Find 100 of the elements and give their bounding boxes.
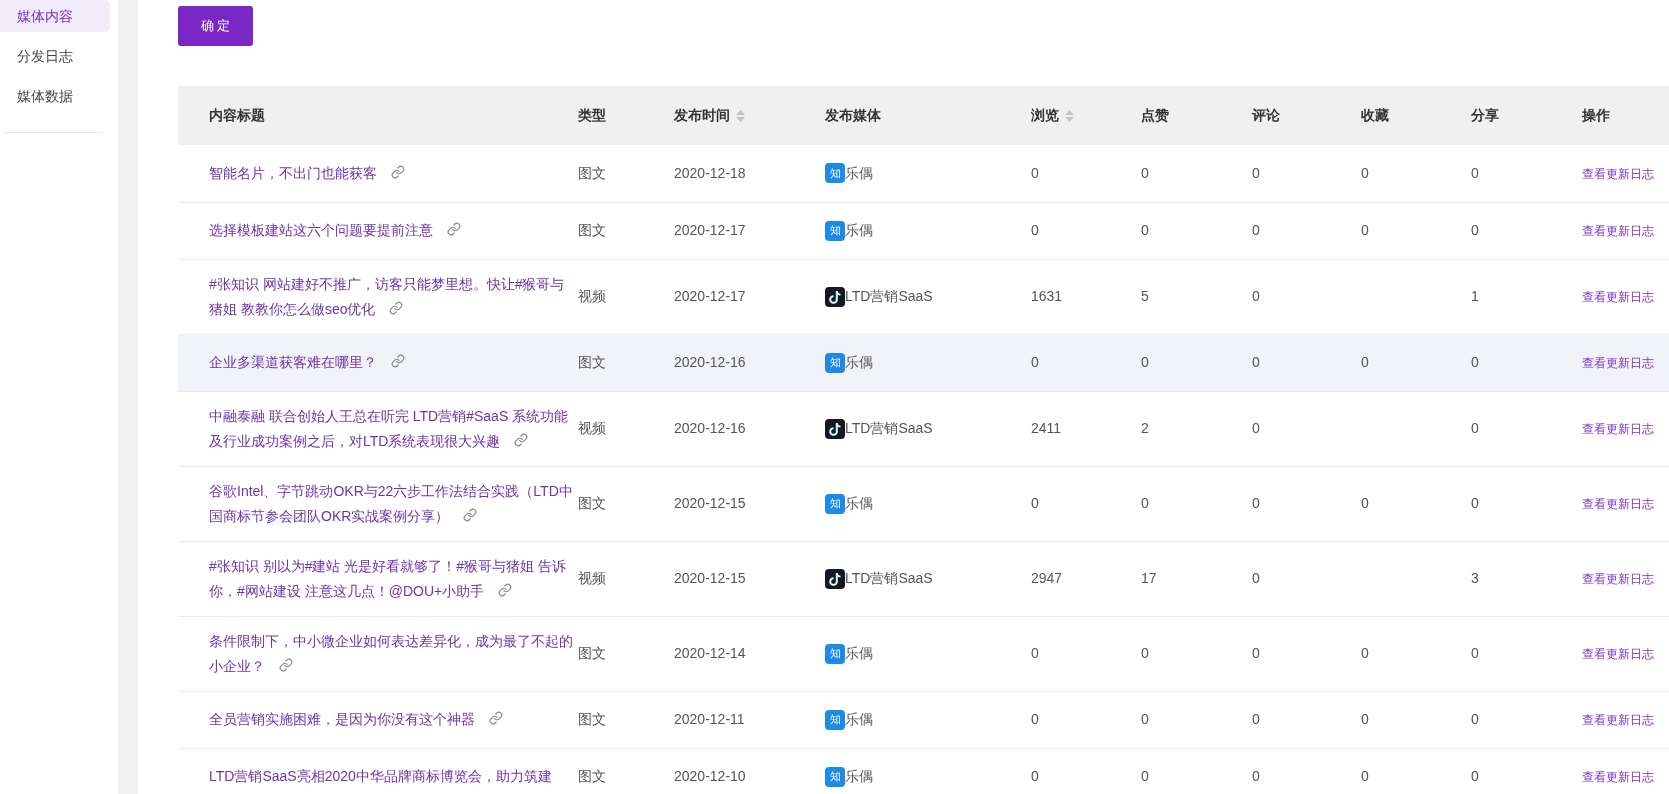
table-cell: 0 — [1471, 222, 1479, 238]
content-title-link[interactable]: 全员营销实施困难，是因为你没有这个神器 — [209, 707, 574, 732]
link-icon[interactable] — [391, 164, 405, 179]
link-icon[interactable] — [447, 222, 461, 236]
column-header[interactable]: 浏览 — [1031, 105, 1059, 126]
view-log-link[interactable]: 查看更新日志 — [1582, 497, 1654, 511]
content-title-link[interactable]: 条件限制下，中小微企业如何表达差异化，成为最了不起的小企业？ — [209, 628, 574, 679]
zhihu-badge: 知 — [825, 709, 845, 730]
table-cell: 0 — [1141, 164, 1149, 181]
table-cell: 0 — [1031, 354, 1039, 370]
table-cell: 0 — [1252, 288, 1260, 304]
zhihu-badge: 知 — [825, 643, 845, 664]
table-cell: 0 — [1252, 354, 1260, 370]
type-text: 视频 — [578, 420, 606, 436]
table-cell: 0 — [1471, 164, 1479, 181]
zhihu-badge: 知 — [825, 352, 845, 373]
date-text: 2020-12-10 — [674, 768, 746, 784]
table-cell: 0 — [1361, 222, 1369, 238]
link-icon[interactable] — [489, 711, 503, 725]
view-log-link[interactable]: 查看更新日志 — [1582, 422, 1654, 436]
table-cell: 17 — [1141, 570, 1157, 586]
view-log-link[interactable]: 查看更新日志 — [1582, 647, 1654, 661]
media-name: LTD营销SaaS — [845, 287, 933, 306]
zhihu-badge: 知 — [825, 766, 845, 787]
table-cell: 0 — [1252, 222, 1260, 238]
date-text: 2020-12-16 — [674, 354, 746, 370]
column-header[interactable]: 发布时间 — [674, 105, 730, 126]
table-cell: 2947 — [1031, 570, 1063, 586]
date-text: 2020-12-16 — [674, 420, 746, 436]
confirm-button[interactable]: 确 定 — [178, 6, 253, 46]
table-cell: 0 — [1031, 164, 1039, 181]
table-cell: 0 — [1031, 768, 1039, 784]
media-name: LTD营销SaaS — [845, 569, 933, 588]
view-log-link[interactable]: 查看更新日志 — [1582, 770, 1654, 784]
view-log-link[interactable]: 查看更新日志 — [1582, 290, 1654, 304]
view-log-link[interactable]: 查看更新日志 — [1582, 166, 1654, 181]
sidebar-item[interactable]: 分发日志 — [0, 40, 110, 72]
column-header: 收藏 — [1361, 106, 1389, 125]
table-cell: 0 — [1471, 420, 1479, 436]
media-name: 乐偶 — [845, 494, 873, 513]
sidebar-item[interactable]: 媒体内容 — [0, 0, 110, 32]
type-text: 图文 — [578, 354, 606, 370]
column-header: 评论 — [1252, 106, 1280, 125]
media-name: 乐偶 — [845, 644, 873, 663]
table-cell: 1 — [1471, 288, 1479, 304]
table-cell: 0 — [1141, 495, 1149, 511]
content-title-link[interactable]: 智能名片，不出门也能获客 — [209, 160, 574, 186]
table-cell: 0 — [1361, 645, 1369, 661]
table-cell: 0 — [1361, 711, 1369, 727]
date-text: 2020-12-17 — [674, 222, 746, 238]
type-text: 视频 — [578, 288, 606, 304]
link-icon[interactable] — [391, 354, 405, 368]
table-cell: 0 — [1252, 570, 1260, 586]
table-cell: 0 — [1252, 645, 1260, 661]
content-title-link[interactable]: 中融泰融 联合创始人王总在听完 LTD营销#SaaS 系统功能及行业成功案例之后，对LTD系统表现很大兴趣 — [209, 403, 574, 454]
table-cell: 0 — [1031, 645, 1039, 661]
media-name: 乐偶 — [845, 710, 873, 729]
media-name: 乐偶 — [845, 353, 873, 372]
table-cell: 0 — [1252, 711, 1260, 727]
content-title-link[interactable]: #张知识 网站建好不推广，访客只能梦里想。快让#猴哥与猪姐 教教你怎么做seo优化 — [209, 271, 574, 322]
table-cell: 0 — [1361, 164, 1369, 181]
column-header: 内容标题 — [209, 106, 265, 125]
content-title-link[interactable]: LTD营销SaaS亮相2020中华品牌商标博览会，助力筑建 — [209, 764, 574, 789]
media-name: LTD营销SaaS — [845, 419, 933, 438]
content-title-link[interactable]: 谷歌Intel、字节跳动OKR与22六步工作法结合实践（LTD中国商标节参会团队OKR实战案例分享） — [209, 478, 574, 529]
view-log-link[interactable]: 查看更新日志 — [1582, 713, 1654, 727]
media-name: 乐偶 — [845, 221, 873, 240]
table-cell: 0 — [1471, 354, 1479, 370]
view-log-link[interactable]: 查看更新日志 — [1582, 224, 1654, 238]
view-log-link[interactable]: 查看更新日志 — [1582, 572, 1654, 586]
table-cell: 0 — [1471, 768, 1479, 784]
column-header: 操作 — [1582, 106, 1610, 125]
link-icon[interactable] — [389, 300, 404, 315]
column-header: 分享 — [1471, 106, 1499, 125]
date-text: 2020-12-15 — [674, 495, 746, 511]
date-text: 2020-12-15 — [674, 570, 746, 586]
type-text: 图文 — [578, 222, 606, 238]
sidebar-item[interactable]: 媒体数据 — [0, 80, 110, 112]
table-cell: 0 — [1031, 711, 1039, 727]
table-cell: 0 — [1141, 645, 1149, 661]
link-icon[interactable] — [279, 657, 293, 672]
table-cell: 0 — [1141, 222, 1149, 238]
media-name: 乐偶 — [845, 163, 873, 183]
table-cell: 0 — [1361, 768, 1369, 784]
type-text: 图文 — [578, 164, 606, 181]
link-icon[interactable] — [514, 432, 529, 447]
link-icon[interactable] — [498, 582, 513, 597]
table-cell: 0 — [1471, 645, 1479, 661]
table-cell: 0 — [1252, 768, 1260, 784]
table-cell: 0 — [1252, 495, 1260, 511]
zhihu-badge: 知 — [825, 163, 845, 184]
table-cell: 0 — [1361, 354, 1369, 370]
type-text: 图文 — [578, 495, 606, 511]
table-cell: 5 — [1141, 288, 1149, 304]
content-title-link[interactable]: 选择模板建站这六个问题要提前注意 — [209, 218, 574, 243]
link-icon[interactable] — [463, 507, 478, 522]
table-cell: 0 — [1141, 354, 1149, 370]
content-title-link[interactable]: #张知识 别以为#建站 光是好看就够了！#猴哥与猪姐 告诉你，#网站建设 注意这几点！@DOU+小助手 — [209, 553, 574, 604]
table-cell: 0 — [1361, 495, 1369, 511]
table-cell: 2 — [1141, 420, 1149, 436]
